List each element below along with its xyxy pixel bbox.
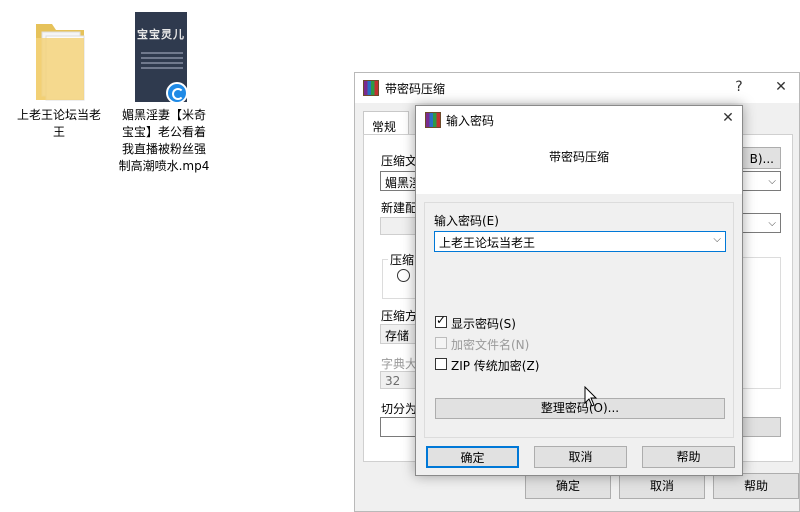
video-label-line3: 我直播被粉丝强 <box>121 142 206 156</box>
profile-label: 新建配 <box>381 201 418 215</box>
back-ok-button[interactable]: 确定 <box>525 473 611 499</box>
options-group <box>741 257 781 389</box>
sync-badge-icon <box>166 82 188 104</box>
back-cancel-button[interactable]: 取消 <box>619 473 705 499</box>
tab-general[interactable]: 常规 <box>363 111 409 135</box>
dictionary-size-label: 字典大 <box>381 357 418 371</box>
password-value: 上老王论坛当老王 <box>439 236 536 250</box>
password-input[interactable]: 上老王论坛当老王 ⌵ <box>434 231 726 252</box>
back-window-titlebar: 带密码压缩 ? ✕ <box>355 73 799 103</box>
dialog-subtitle: 带密码压缩 <box>548 150 609 164</box>
video-label-line4: 制高潮喷水.mp4 <box>118 159 210 173</box>
zip-legacy-checkbox[interactable] <box>435 358 447 370</box>
organize-passwords-button[interactable]: 整理密码(O)... <box>435 398 725 419</box>
video-label-line2: 宝宝】老公看着 <box>121 125 206 139</box>
dialog-cancel-button[interactable]: 取消 <box>534 446 627 468</box>
format-radio[interactable] <box>397 269 410 282</box>
folder-label-line2: 王 <box>52 125 65 139</box>
thumb-text-lines <box>141 52 183 72</box>
split-volume-field[interactable] <box>380 417 420 437</box>
update-mode-select[interactable]: ⌵ <box>741 171 781 191</box>
show-password-checkbox[interactable]: ✓ <box>435 313 447 328</box>
encrypt-filenames-label: 加密文件名(N) <box>451 338 530 352</box>
desktop-video-item[interactable]: 宝宝灵儿 媚黑淫妻【米奇 宝宝】老公看着 我直播被粉丝强 制高潮喷水.mp4 <box>112 12 216 182</box>
winrar-icon <box>425 112 441 128</box>
help-title-button[interactable]: ? <box>729 79 749 95</box>
check-icon: ✓ <box>436 313 447 327</box>
close-dialog-icon[interactable]: ✕ <box>718 110 738 126</box>
browse-button[interactable]: B)... <box>741 147 781 169</box>
mouse-cursor-icon <box>584 386 598 407</box>
folder-icon <box>36 24 85 101</box>
thumb-title: 宝宝灵儿 <box>137 28 185 41</box>
dialog-help-button[interactable]: 帮助 <box>642 446 735 468</box>
password-label: 输入密码(E) <box>434 214 499 228</box>
encrypt-filenames-checkbox[interactable] <box>435 337 447 349</box>
folder-label-line1: 上老王论坛当老 <box>16 108 101 122</box>
dialog-ok-button[interactable]: 确定 <box>426 446 519 468</box>
chevron-down-icon: ⌵ <box>768 176 776 187</box>
dialog-header: 带密码压缩 <box>416 134 742 194</box>
split-volume-label: 切分为 <box>381 402 418 416</box>
chevron-down-icon[interactable]: ⌵ <box>713 234 721 245</box>
archive-format-label: 压缩 <box>388 251 417 268</box>
set-password-button-partial[interactable] <box>741 417 781 437</box>
dialog-title: 输入密码 <box>446 114 495 128</box>
zip-legacy-label[interactable]: ZIP 传统加密(Z) <box>451 357 539 374</box>
video-label-line1: 媚黑淫妻【米奇 <box>121 108 206 122</box>
options-select[interactable]: ⌵ <box>741 213 781 233</box>
archive-name-label: 压缩文 <box>381 154 418 168</box>
back-help-button[interactable]: 帮助 <box>713 473 799 499</box>
dialog-titlebar: 输入密码 ✕ <box>416 106 742 134</box>
close-window-icon[interactable]: ✕ <box>771 79 791 95</box>
desktop-folder-item[interactable]: 上老王论坛当老 王 <box>14 14 104 144</box>
enter-password-dialog: 输入密码 ✕ 带密码压缩 输入密码(E) ✓ 显示密码(S) 加密文件名(N) … <box>415 105 743 476</box>
method-label: 压缩方 <box>381 309 418 323</box>
archive-name-field[interactable]: 媚黑淫 <box>380 171 420 191</box>
method-select[interactable]: 存储 <box>380 324 420 344</box>
show-password-label[interactable]: 显示密码(S) <box>451 315 516 332</box>
chevron-down-icon: ⌵ <box>768 218 776 229</box>
profile-field[interactable] <box>380 217 420 235</box>
back-window-title: 带密码压缩 <box>385 82 446 96</box>
winrar-icon <box>363 80 379 96</box>
dictionary-size-select[interactable]: 32 <box>380 371 420 389</box>
